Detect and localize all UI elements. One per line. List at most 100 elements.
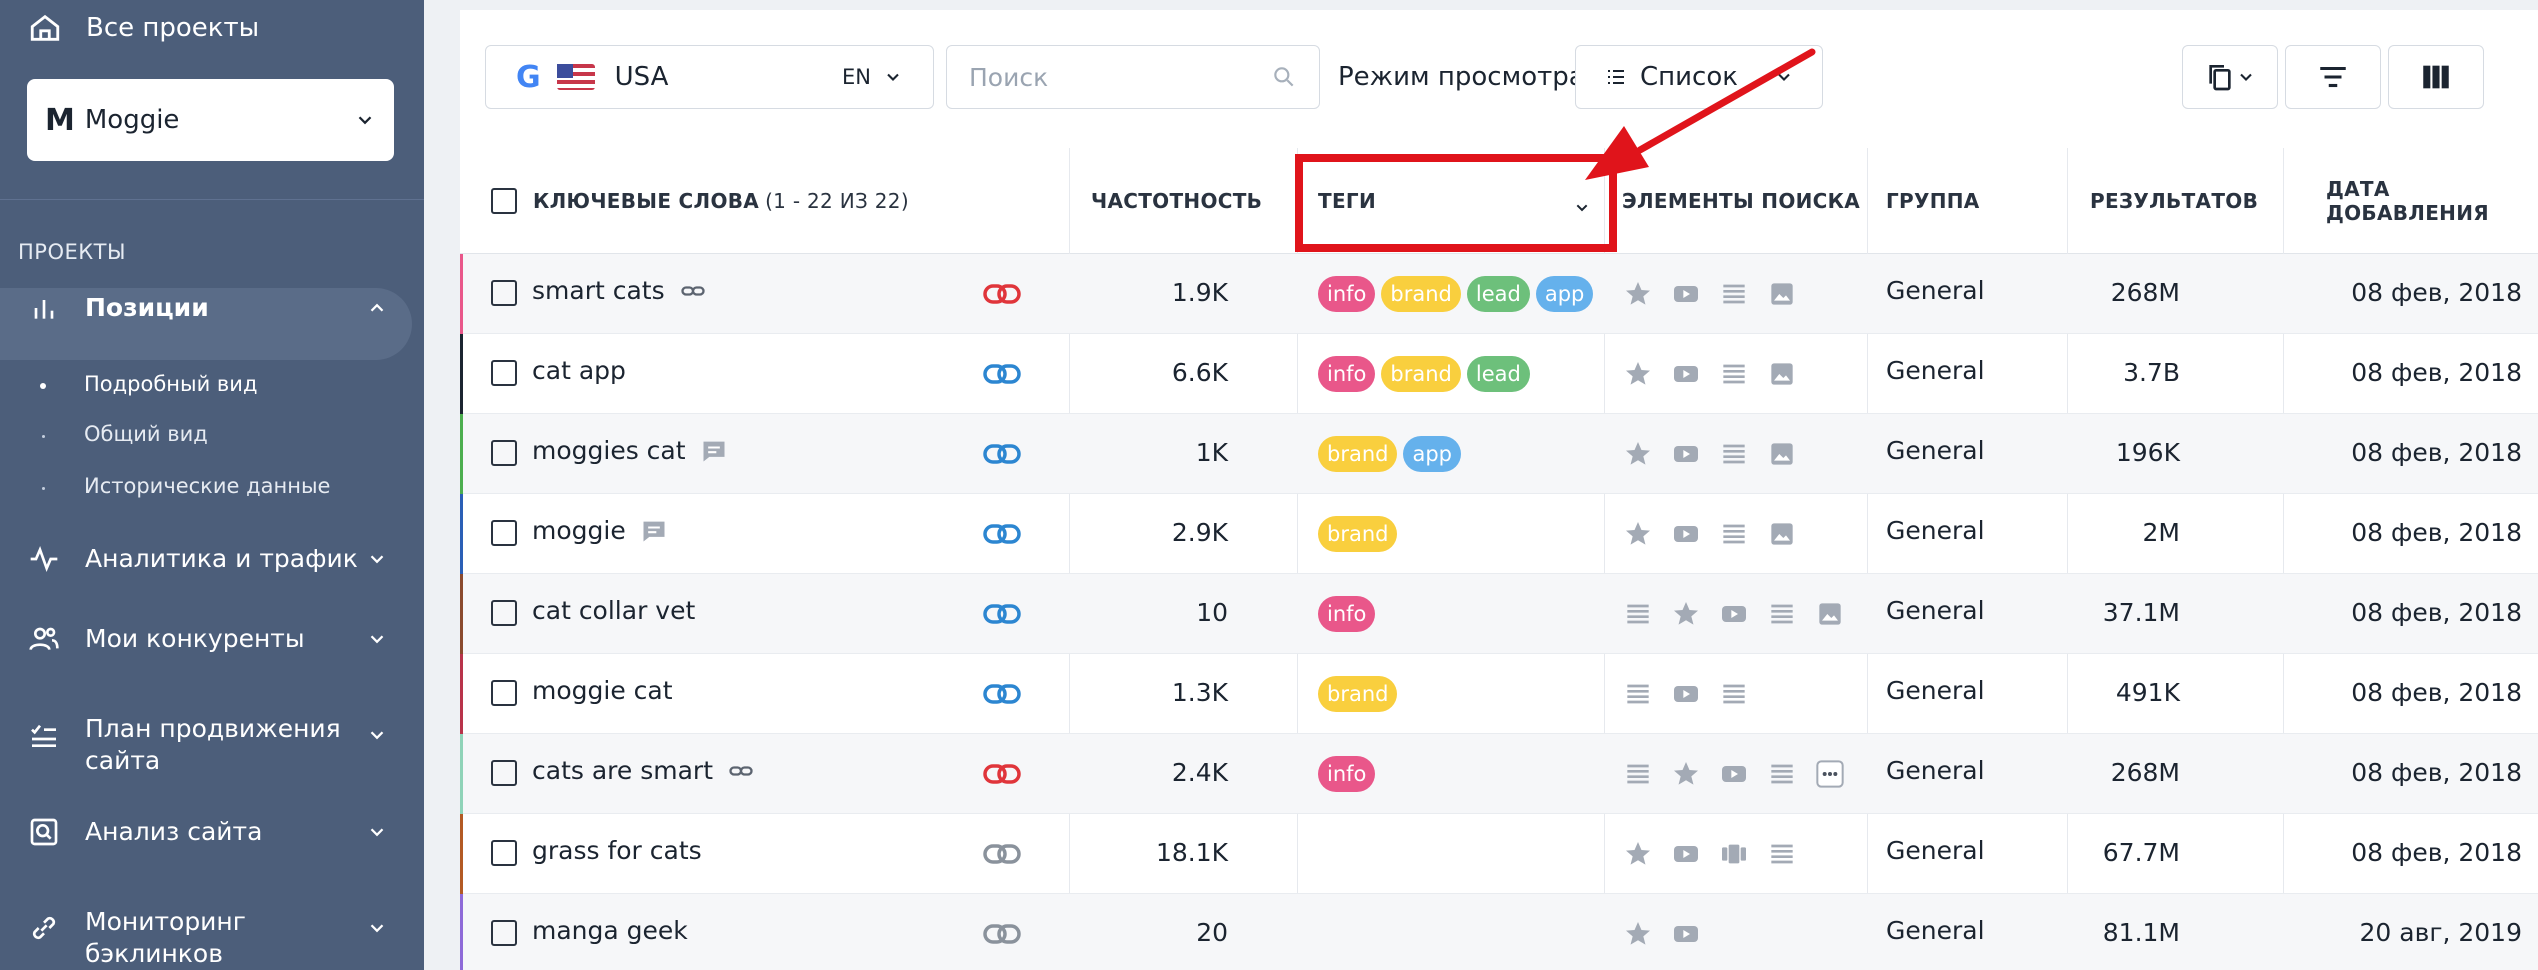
columns-button[interactable] [2388, 45, 2484, 109]
tag-badge[interactable]: brand [1318, 676, 1398, 712]
sub-item-detailed-view[interactable]: Подробный вид [84, 372, 257, 396]
tag-badge[interactable]: app [1535, 276, 1594, 312]
row-checkbox[interactable] [491, 360, 517, 386]
url-link-icon[interactable] [982, 280, 1022, 308]
header-frequency[interactable]: ЧАСТОТНОСТЬ [1091, 148, 1262, 254]
tag-badge[interactable]: brand [1318, 436, 1398, 472]
search-elements-cell [1622, 918, 1702, 950]
select-all-checkbox[interactable] [491, 188, 517, 214]
group-value: General [1886, 516, 1985, 545]
row-checkbox[interactable] [491, 760, 517, 786]
url-link-icon[interactable] [982, 520, 1022, 548]
tag-badge[interactable]: lead [1466, 356, 1530, 392]
list-results-icon [1627, 684, 1649, 704]
search-elements-cell [1622, 598, 1846, 630]
results-value: 196K [2115, 438, 2180, 467]
image-icon [1771, 443, 1793, 465]
keyword-text: cats are smart [532, 756, 713, 785]
comment-icon[interactable] [640, 517, 668, 545]
url-link-icon[interactable] [982, 680, 1022, 708]
comment-icon[interactable] [700, 437, 728, 465]
group-value: General [1886, 916, 1985, 945]
tag-badge[interactable]: info [1318, 276, 1376, 312]
all-projects-link[interactable]: Все проекты [28, 8, 259, 48]
header-results[interactable]: РЕЗУЛЬТАТОВ [2090, 148, 2258, 254]
site-audit-icon [30, 818, 58, 846]
header-search-elements[interactable]: ЭЛЕМЕНТЫ ПОИСКА [1622, 148, 1860, 254]
table-row[interactable]: moggie 2.9K brand General 2M 08 фев, 201… [460, 494, 2538, 574]
video-icon [1674, 286, 1698, 302]
view-mode-selector[interactable]: Список [1575, 45, 1823, 109]
filter-button[interactable] [2285, 45, 2381, 109]
header-group[interactable]: ГРУППА [1886, 148, 1980, 254]
view-mode-label: Режим просмотра: [1338, 62, 1594, 92]
group-value: General [1886, 756, 1985, 785]
url-link-icon[interactable] [982, 760, 1022, 788]
url-link-icon[interactable] [982, 600, 1022, 628]
row-checkbox[interactable] [491, 920, 517, 946]
table-row[interactable]: manga geek 20 General 81.1M 20 авг, 2019 [460, 894, 2538, 970]
row-checkbox[interactable] [491, 680, 517, 706]
tag-badge[interactable]: brand [1318, 516, 1398, 552]
header-keywords[interactable]: КЛЮЧЕВЫЕ СЛОВА (1 - 22 ИЗ 22) [491, 148, 909, 254]
url-link-icon[interactable] [982, 920, 1022, 948]
date-value: 08 фев, 2018 [2351, 838, 2522, 867]
frequency-value: 18.1K [1155, 838, 1228, 867]
row-checkbox[interactable] [491, 840, 517, 866]
row-checkbox[interactable] [491, 520, 517, 546]
url-link-icon[interactable] [982, 440, 1022, 468]
video-icon [1674, 366, 1698, 382]
url-link-icon[interactable] [982, 360, 1022, 388]
columns-icon [2423, 65, 2449, 89]
search-input[interactable]: Поиск [946, 45, 1320, 109]
table-row[interactable]: cat collar vet 10 info General 37.1M 08 … [460, 574, 2538, 654]
row-checkbox[interactable] [491, 280, 517, 306]
checklist-icon [31, 724, 56, 747]
sub-item-historical-data[interactable]: Исторические данные [84, 474, 330, 498]
copy-icon [2209, 65, 2231, 91]
users-icon [29, 627, 59, 651]
sidebar-divider [0, 199, 424, 200]
table-row[interactable]: grass for cats 18.1K General 67.7M 08 фе… [460, 814, 2538, 894]
group-value: General [1886, 356, 1985, 385]
row-checkbox[interactable] [491, 440, 517, 466]
tag-badge[interactable]: app [1403, 436, 1462, 472]
list-results-icon [1771, 764, 1793, 784]
video-icon [1674, 846, 1698, 862]
row-checkbox[interactable] [491, 600, 517, 626]
main-panel: G USA EN Поиск Режим просмотра: Список К… [460, 10, 2538, 970]
header-keywords-label: КЛЮЧЕВЫЕ СЛОВА [533, 189, 760, 213]
tag-badge[interactable]: info [1318, 356, 1376, 392]
frequency-value: 2.4K [1171, 758, 1228, 787]
keyword-cell: grass for cats [532, 836, 702, 865]
tag-badge[interactable]: lead [1466, 276, 1530, 312]
row-color-marker [460, 894, 463, 970]
table-row[interactable]: cats are smart 2.4K info General 268M 08… [460, 734, 2538, 814]
chevron-down-icon [370, 924, 384, 933]
list-results-icon [1627, 604, 1649, 624]
language-label: EN [842, 65, 871, 89]
header-date-added[interactable]: ДАТА ДОБАВЛЕНИЯ [2326, 148, 2538, 254]
tag-badge[interactable]: info [1318, 596, 1376, 632]
table-row[interactable]: cat app 6.6K info brand lead General 3.7B … [460, 334, 2538, 414]
chevron-down-icon [2240, 73, 2252, 81]
sub-item-overview[interactable]: Общий вид [84, 422, 208, 446]
search-elements-cell [1622, 358, 1798, 390]
table-row[interactable]: moggie cat 1.3K brand General 491K 08 фе… [460, 654, 2538, 734]
tag-badge[interactable]: brand [1381, 276, 1461, 312]
copy-button[interactable] [2182, 45, 2278, 109]
video-icon [1674, 446, 1698, 462]
tag-badge[interactable]: brand [1381, 356, 1461, 392]
country-selector[interactable]: G USA EN [485, 45, 934, 109]
tag-badge[interactable]: info [1318, 756, 1376, 792]
frequency-value: 1.9K [1171, 278, 1228, 307]
sub-item-dot [42, 435, 45, 438]
table-row[interactable]: smart cats 1.9K info brand lead app General… [460, 254, 2538, 334]
project-selector[interactable]: M Moggie [27, 79, 394, 161]
highlight-box [1295, 154, 1617, 252]
url-link-icon[interactable] [982, 840, 1022, 868]
keyword-cell: cat app [532, 356, 626, 385]
more-elements-icon[interactable] [1814, 758, 1846, 790]
keyword-text: moggie [532, 516, 626, 545]
table-row[interactable]: moggies cat 1K brand app General 196K 08 … [460, 414, 2538, 494]
